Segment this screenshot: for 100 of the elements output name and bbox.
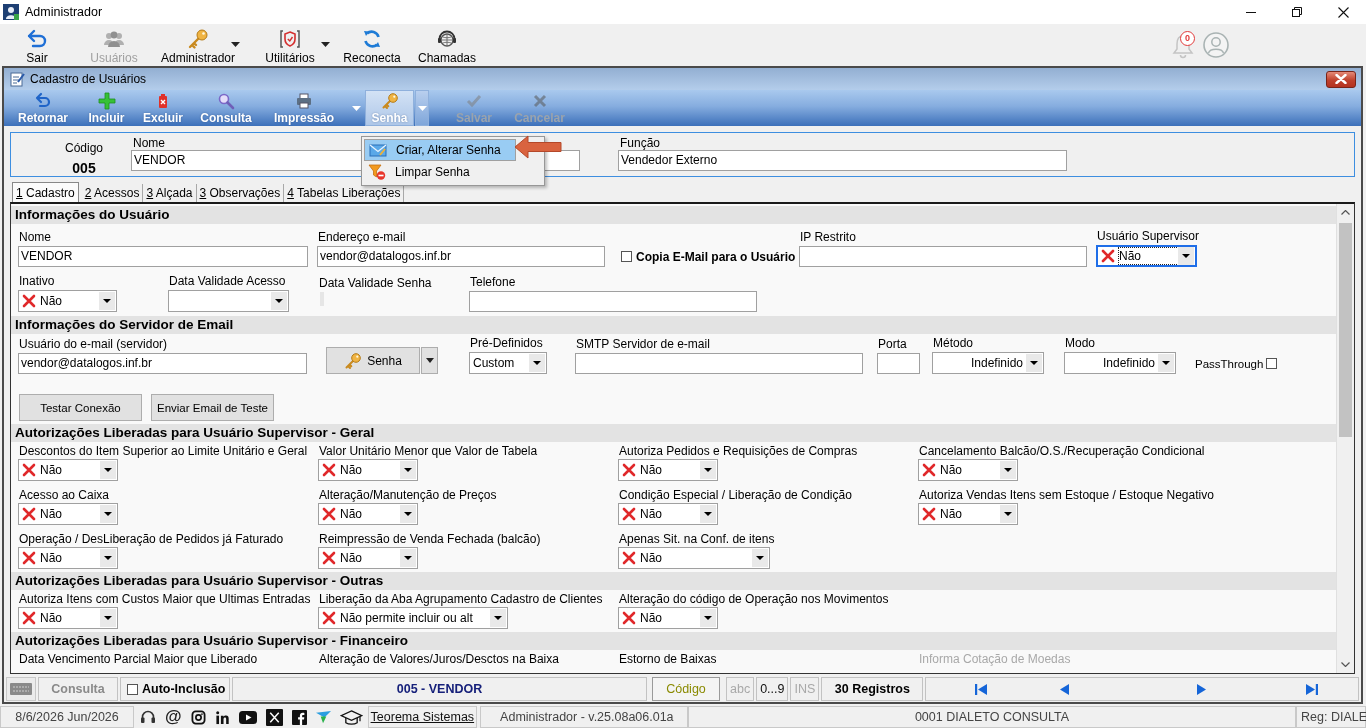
instagram-icon[interactable] xyxy=(190,709,206,725)
text-field[interactable] xyxy=(469,291,757,312)
field-label: Nome xyxy=(18,230,51,245)
dropdown-field[interactable]: Não xyxy=(918,503,1018,525)
text-field[interactable] xyxy=(877,353,920,374)
text-field[interactable] xyxy=(799,246,1087,267)
dropdown-field[interactable]: Não xyxy=(318,547,418,569)
checkbox[interactable] xyxy=(621,251,632,262)
headset-icon[interactable] xyxy=(140,709,156,725)
graduation-cap-icon[interactable] xyxy=(339,708,363,726)
field-label: Nome xyxy=(132,136,165,150)
youtube-icon[interactable] xyxy=(238,710,257,724)
dropdown-field[interactable]: Não permite incluir ou alt xyxy=(318,607,508,629)
tab[interactable]: 1 Cadastro xyxy=(12,182,79,202)
text-field[interactable]: vendor@datalogos.inf.br xyxy=(18,353,307,374)
dropdown-field[interactable]: Não xyxy=(18,459,118,481)
cross-icon xyxy=(622,551,636,565)
toolbar-button[interactable]: Chamadas xyxy=(420,24,474,66)
scroll-down-icon[interactable] xyxy=(1341,662,1350,667)
close-button[interactable] xyxy=(1326,70,1356,88)
toolbar-button[interactable]: Consulta xyxy=(192,90,260,126)
bell-icon[interactable] xyxy=(1171,33,1195,59)
toolbar-button[interactable]: Excluir xyxy=(134,90,192,126)
password-button[interactable]: Senha xyxy=(326,347,420,374)
date-field[interactable] xyxy=(168,290,289,312)
caret-icon xyxy=(351,105,361,111)
company-logo-icon[interactable] xyxy=(315,709,331,725)
scroll-up-icon[interactable] xyxy=(1341,210,1350,215)
field-label: Cancelamento Balcão/O.S./Recuperação Condicional xyxy=(918,444,1205,458)
toolbar-button[interactable]: Administrador xyxy=(154,24,242,66)
key-icon xyxy=(344,351,363,370)
key-indicator: abc xyxy=(726,677,755,701)
dropdown-field[interactable]: Indefinido xyxy=(932,352,1044,374)
action-button[interactable]: Enviar Email de Teste xyxy=(151,394,274,421)
dropdown-field[interactable]: Não xyxy=(618,547,770,569)
toolbar-button[interactable]: Incluir xyxy=(79,90,134,126)
current-record: 005 - VENDOR xyxy=(232,677,647,701)
field-label: Função xyxy=(619,136,661,150)
cross-icon xyxy=(622,507,636,521)
field-label: Usuário Supervisor xyxy=(1096,229,1200,244)
dropdown-field[interactable]: Não xyxy=(18,607,118,629)
caret-icon xyxy=(400,549,416,567)
toolbar-button[interactable]: Utilitários xyxy=(248,24,332,66)
toolbar-button[interactable]: Reconecta xyxy=(342,24,402,66)
dropdown-field[interactable]: Não xyxy=(918,459,1018,481)
text-field[interactable]: Vendedor Externo xyxy=(618,150,1067,171)
cross-icon xyxy=(622,611,636,625)
key-indicator: INS xyxy=(790,677,820,701)
website-link[interactable]: Teorema Sistemas xyxy=(367,706,478,728)
action-button[interactable]: Testar Conexão xyxy=(19,394,142,421)
email-link[interactable]: @ xyxy=(165,708,182,726)
dropdown-button[interactable] xyxy=(421,347,438,374)
field-label: Pré-Definidos xyxy=(469,336,543,351)
toolbar-button[interactable]: Impressão xyxy=(260,90,348,126)
caret-icon xyxy=(417,105,427,111)
record-code: 005 xyxy=(72,160,96,176)
text-field[interactable] xyxy=(575,353,863,374)
dropdown-field[interactable]: Não xyxy=(1096,245,1197,267)
toolbar-button[interactable]: Retornar xyxy=(7,90,79,126)
cross-icon xyxy=(22,294,36,308)
mode-label: Consulta xyxy=(38,677,118,701)
cross-icon xyxy=(322,551,336,565)
dropdown-field[interactable]: Não xyxy=(618,503,718,525)
text-field[interactable]: vendor@datalogos.inf.br xyxy=(317,246,605,267)
caret-icon xyxy=(1178,247,1194,265)
x-logo-icon[interactable] xyxy=(265,708,283,726)
dropdown-field[interactable]: Custom xyxy=(469,352,547,374)
linkedin-icon[interactable] xyxy=(214,709,230,725)
back-arrow-icon xyxy=(26,27,48,50)
field-label: Modo xyxy=(1064,336,1096,351)
dropdown-field[interactable]: Indefinido xyxy=(1064,352,1176,374)
window-title: Cadastro de Usuários xyxy=(30,72,147,86)
text-field[interactable]: VENDOR xyxy=(18,246,308,267)
key-icon xyxy=(380,91,399,110)
checkbox[interactable] xyxy=(127,683,138,695)
next-icon xyxy=(1196,683,1206,695)
caret-icon xyxy=(529,354,545,372)
dropdown-field[interactable]: Não xyxy=(18,503,118,525)
dropdown-field[interactable]: Não xyxy=(618,459,718,481)
menu-item[interactable]: Criar, Alterar Senha xyxy=(364,139,516,161)
cross-icon xyxy=(322,611,336,625)
field-label: Porta xyxy=(877,337,907,352)
cross-icon xyxy=(322,507,336,521)
first-icon xyxy=(975,683,988,695)
dropdown-field[interactable]: Não xyxy=(318,503,418,525)
dropdown-field[interactable]: Não xyxy=(18,547,118,569)
field-label: Operação / DesLiberação de Pedidos já Faturado xyxy=(18,532,284,546)
checkbox[interactable] xyxy=(1266,358,1278,369)
caret-icon xyxy=(400,461,416,479)
dropdown-field[interactable]: Não xyxy=(318,459,418,481)
keyboard-button[interactable] xyxy=(6,677,36,701)
key-indicator: 0...9 xyxy=(756,677,789,701)
vertical-scrollbar[interactable] xyxy=(1336,204,1354,673)
dropdown-field[interactable]: Não xyxy=(18,290,117,312)
keyboard-icon xyxy=(10,683,32,695)
caret-icon xyxy=(700,505,716,523)
toolbar-button[interactable]: Sair xyxy=(14,24,60,66)
dropdown-field[interactable]: Não xyxy=(618,607,718,629)
facebook-icon[interactable] xyxy=(291,709,307,725)
scrollbar-thumb[interactable] xyxy=(1339,223,1352,437)
